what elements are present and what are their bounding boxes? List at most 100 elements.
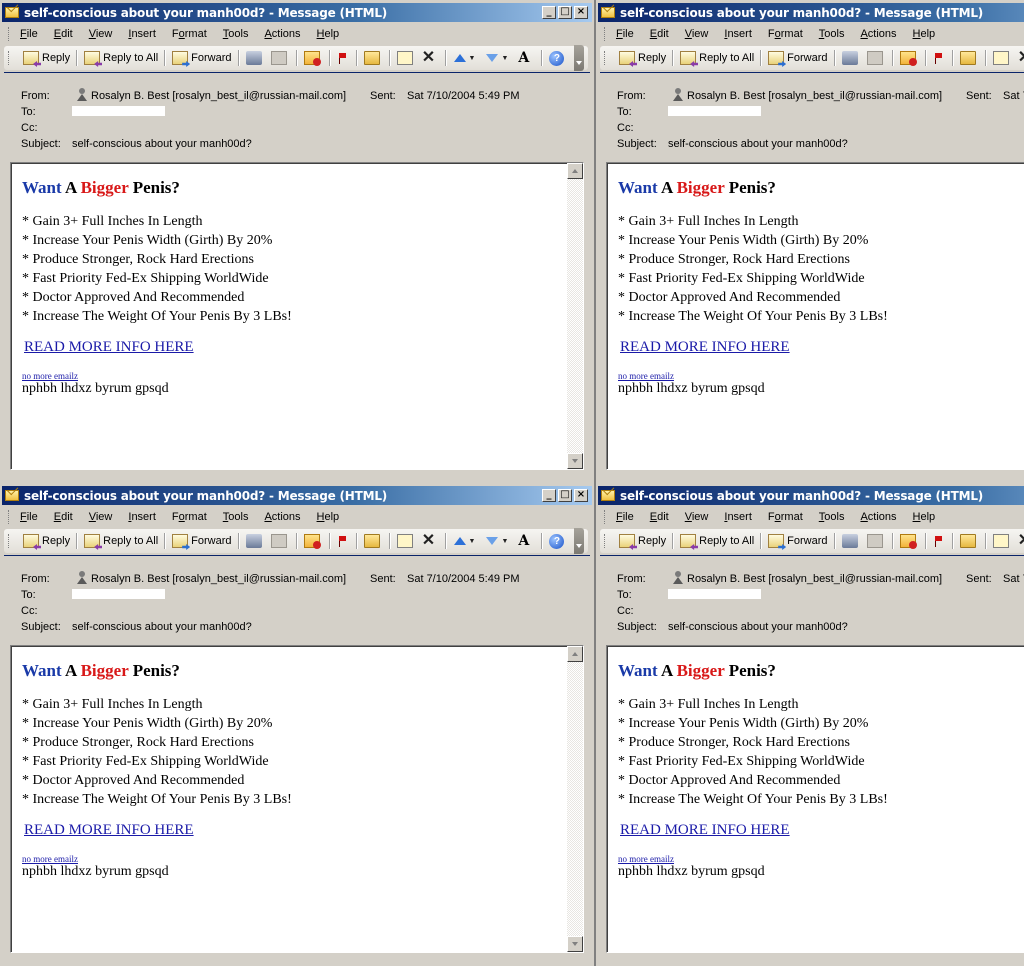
menu-edit[interactable]: Edit	[650, 511, 669, 523]
read-more-link[interactable]: READ MORE INFO HERE	[620, 822, 888, 839]
menu-tools[interactable]: Tools	[223, 511, 249, 523]
message-body[interactable]: Want A Bigger Penis? * Gain 3+ Full Inch…	[10, 162, 584, 470]
menu-actions[interactable]: Actions	[264, 28, 300, 40]
reply-all-button[interactable]: Reply to All	[677, 47, 757, 69]
print-button[interactable]	[839, 47, 864, 69]
dropdown-arrow-icon[interactable]: ▼	[469, 55, 476, 62]
forward-button[interactable]: Forward	[169, 530, 234, 552]
menu-format[interactable]: Format	[172, 511, 207, 523]
move-button[interactable]	[394, 47, 419, 69]
move-button[interactable]	[990, 47, 1015, 69]
to-recipient-redacted[interactable]	[72, 106, 165, 116]
previous-item-button[interactable]: ▼	[450, 530, 483, 552]
toolbar-options-icon[interactable]	[574, 45, 584, 71]
scroll-down-icon[interactable]	[567, 453, 583, 469]
follow-up-flag-button[interactable]	[930, 47, 949, 69]
from-value[interactable]: Rosalyn B. Best [rosalyn_best_il@russian…	[76, 571, 346, 587]
dropdown-arrow-icon[interactable]: ▼	[469, 538, 476, 545]
menu-help[interactable]: Help	[317, 28, 340, 40]
title-bar[interactable]: self-conscious about your manh00d? - Mes…	[598, 3, 1024, 22]
delete-button[interactable]: ✕	[419, 47, 442, 69]
menu-insert[interactable]: Insert	[128, 511, 156, 523]
toolbar-grip-handle[interactable]	[604, 51, 608, 65]
to-recipient-redacted[interactable]	[668, 106, 761, 116]
delete-button[interactable]: ✕	[419, 530, 442, 552]
menu-grip-handle[interactable]	[8, 510, 12, 524]
to-recipient-redacted[interactable]	[668, 589, 761, 599]
menu-help[interactable]: Help	[913, 28, 936, 40]
copy-button[interactable]	[864, 47, 889, 69]
unsubscribe-link[interactable]: no more emailz	[22, 854, 292, 864]
block-sender-button[interactable]	[897, 47, 922, 69]
scroll-up-icon[interactable]	[567, 646, 583, 662]
menu-edit[interactable]: Edit	[54, 511, 73, 523]
menu-format[interactable]: Format	[768, 511, 803, 523]
read-more-link[interactable]: READ MORE INFO HERE	[620, 339, 888, 356]
print-button[interactable]	[243, 530, 268, 552]
move-button[interactable]	[394, 530, 419, 552]
reply-button[interactable]: Reply	[616, 47, 669, 69]
menu-actions[interactable]: Actions	[264, 511, 300, 523]
menu-edit[interactable]: Edit	[650, 28, 669, 40]
toolbar-grip-handle[interactable]	[8, 51, 12, 65]
forward-button[interactable]: Forward	[765, 47, 830, 69]
reply-button[interactable]: Reply	[616, 530, 669, 552]
menu-edit[interactable]: Edit	[54, 28, 73, 40]
title-bar[interactable]: self-conscious about your manh00d? - Mes…	[2, 486, 592, 505]
follow-up-flag-button[interactable]	[334, 47, 353, 69]
reply-all-button[interactable]: Reply to All	[81, 47, 161, 69]
message-body[interactable]: Want A Bigger Penis? * Gain 3+ Full Inch…	[606, 162, 1024, 470]
menu-help[interactable]: Help	[317, 511, 340, 523]
vertical-scrollbar[interactable]	[567, 163, 583, 469]
message-body[interactable]: Want A Bigger Penis? * Gain 3+ Full Inch…	[10, 645, 584, 953]
unsubscribe-link[interactable]: no more emailz	[22, 371, 292, 381]
menu-file[interactable]: File	[616, 28, 634, 40]
menu-file[interactable]: File	[616, 511, 634, 523]
forward-button[interactable]: Forward	[169, 47, 234, 69]
font-size-button[interactable]: A	[515, 530, 538, 552]
menu-tools[interactable]: Tools	[223, 28, 249, 40]
menu-grip-handle[interactable]	[604, 510, 608, 524]
menu-view[interactable]: View	[685, 511, 709, 523]
menu-grip-handle[interactable]	[604, 27, 608, 41]
move-to-folder-button[interactable]	[957, 47, 982, 69]
menu-tools[interactable]: Tools	[819, 511, 845, 523]
reply-button[interactable]: Reply	[20, 47, 73, 69]
block-sender-button[interactable]	[897, 530, 922, 552]
move-to-folder-button[interactable]	[361, 530, 386, 552]
toolbar-grip-handle[interactable]	[604, 534, 608, 548]
menu-tools[interactable]: Tools	[819, 28, 845, 40]
unsubscribe-link[interactable]: no more emailz	[618, 854, 888, 864]
menu-format[interactable]: Format	[768, 28, 803, 40]
help-button[interactable]: ?	[546, 47, 570, 69]
minimize-button[interactable]: _	[542, 489, 556, 502]
delete-button[interactable]: ✕	[1015, 530, 1024, 552]
print-button[interactable]	[839, 530, 864, 552]
move-to-folder-button[interactable]	[957, 530, 982, 552]
reply-all-button[interactable]: Reply to All	[81, 530, 161, 552]
menu-insert[interactable]: Insert	[724, 28, 752, 40]
move-to-folder-button[interactable]	[361, 47, 386, 69]
next-item-button[interactable]: ▼	[482, 530, 515, 552]
print-button[interactable]	[243, 47, 268, 69]
copy-button[interactable]	[268, 47, 293, 69]
reply-button[interactable]: Reply	[20, 530, 73, 552]
close-button[interactable]: ×	[574, 6, 588, 19]
menu-view[interactable]: View	[89, 28, 113, 40]
follow-up-flag-button[interactable]	[334, 530, 353, 552]
next-item-button[interactable]: ▼	[482, 47, 515, 69]
menu-view[interactable]: View	[89, 511, 113, 523]
dropdown-arrow-icon[interactable]: ▼	[501, 55, 508, 62]
menu-actions[interactable]: Actions	[860, 28, 896, 40]
close-button[interactable]: ×	[574, 489, 588, 502]
minimize-button[interactable]: _	[542, 6, 556, 19]
menu-insert[interactable]: Insert	[724, 511, 752, 523]
copy-button[interactable]	[268, 530, 293, 552]
previous-item-button[interactable]: ▼	[450, 47, 483, 69]
from-value[interactable]: Rosalyn B. Best [rosalyn_best_il@russian…	[672, 88, 942, 104]
font-size-button[interactable]: A	[515, 47, 538, 69]
block-sender-button[interactable]	[301, 47, 326, 69]
toolbar-options-icon[interactable]	[574, 528, 584, 554]
reply-all-button[interactable]: Reply to All	[677, 530, 757, 552]
to-recipient-redacted[interactable]	[72, 589, 165, 599]
